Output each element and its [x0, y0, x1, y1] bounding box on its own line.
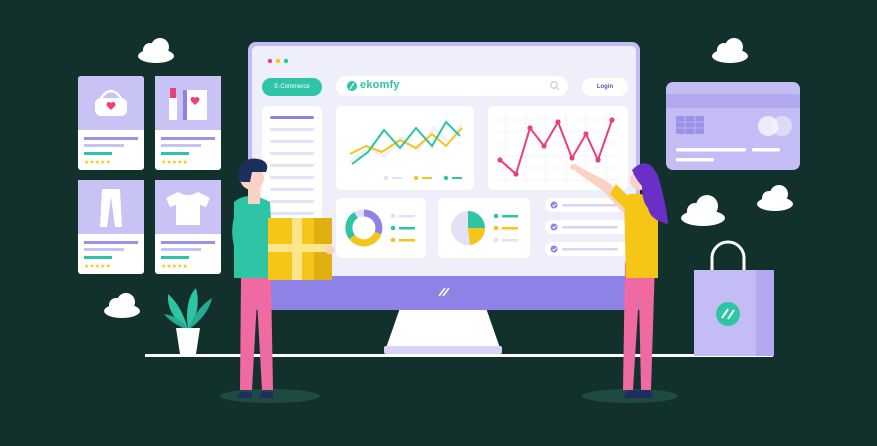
illustration-canvas: ★★★★★ ★★★★★ ★★★★★ ★★★★★ [78, 38, 800, 403]
cloud-icon [757, 185, 793, 211]
ground-line [145, 354, 773, 357]
shopping-bag-icon [694, 240, 774, 356]
package-box-icon [268, 218, 332, 280]
ecommerce-illustration: ★★★★★ ★★★★★ ★★★★★ ★★★★★ E-Commerce ekomf… [0, 0, 877, 446]
checklist-item[interactable] [545, 242, 627, 256]
checklist [545, 198, 627, 256]
rating-stars: ★★★★★ [84, 263, 111, 270]
line-chart-card [336, 106, 474, 190]
rating-stars: ★★★★★ [84, 159, 111, 166]
trend-chart-card [488, 106, 628, 190]
cloud-icon [104, 293, 140, 318]
product-card-tshirt[interactable]: ★★★★★ [155, 180, 221, 274]
checklist-item[interactable] [545, 220, 627, 234]
brand-logo-text: ekomfy [360, 79, 400, 91]
cloud-icon [712, 38, 748, 63]
notebook-icon [183, 90, 207, 120]
cloud-icon [681, 195, 725, 226]
login-button-label: Login [596, 84, 614, 90]
ecommerce-tab-label: E-Commerce [274, 84, 310, 90]
rating-stars: ★★★★★ [161, 263, 188, 270]
product-card-lipstick[interactable]: ★★★★★ [155, 76, 221, 170]
donut-chart-card [336, 198, 426, 258]
lipstick-icon [169, 88, 177, 120]
product-card-trousers[interactable]: ★★★★★ [78, 180, 144, 274]
pie-chart-card [438, 198, 530, 258]
cloud-icon [138, 38, 174, 63]
rating-stars: ★★★★★ [161, 159, 188, 166]
credit-card-icon [666, 82, 800, 170]
window-controls [267, 58, 289, 64]
product-card-handbag[interactable]: ★★★★★ [78, 76, 144, 170]
ekomfy-logo-icon [347, 81, 357, 91]
potted-plant [164, 288, 212, 354]
